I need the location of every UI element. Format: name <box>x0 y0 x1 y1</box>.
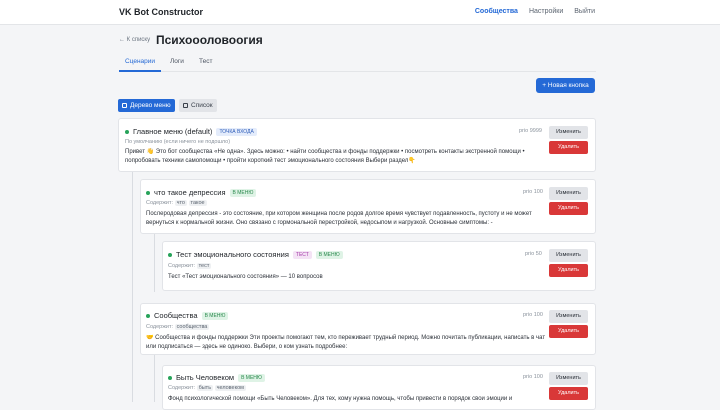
node-card-communities[interactable]: Сообщества В МЕНЮ prio 100 Содержит: соо… <box>140 303 596 355</box>
priority-label: prio 100 <box>523 189 543 195</box>
edit-button[interactable]: Изменить <box>549 372 588 385</box>
active-status-dot <box>168 375 172 380</box>
node-card-emotional-test[interactable]: Тест эмоционального состояния ТЕСТ В МЕН… <box>162 241 596 291</box>
node-card-main-menu[interactable]: Главное меню (default) ТОЧКА ВХОДА prio … <box>118 118 596 172</box>
nav-settings[interactable]: Настройки <box>529 8 563 15</box>
edit-button[interactable]: Изменить <box>549 126 588 139</box>
keyword-tag: что <box>174 200 187 206</box>
node-description: Послеродовая депрессия - это состояние, … <box>146 211 532 226</box>
delete-button[interactable]: Удалить <box>549 387 588 400</box>
keyword-tag: человеком <box>214 385 246 391</box>
nav-communities[interactable]: Сообщества <box>475 8 518 15</box>
node-title: Главное меню (default) <box>133 127 213 136</box>
node-description: 🤝 Сообщества и фонды поддержки Эти проек… <box>146 335 546 350</box>
nav-logout[interactable]: Выйти <box>574 8 595 15</box>
delete-button[interactable]: Удалить <box>549 141 588 154</box>
tree-view-button[interactable]: Дерево меню <box>118 99 175 112</box>
node-subtitle: По умолчанию (если ничего не подошло) <box>125 139 231 145</box>
node-description: Фонд психологической помощи «Быть Челове… <box>168 396 513 402</box>
active-status-dot <box>125 129 129 134</box>
keyword-tag: быть <box>196 385 214 391</box>
delete-button[interactable]: Удалить <box>549 325 588 338</box>
edit-button[interactable]: Изменить <box>549 310 588 323</box>
active-tab-indicator <box>119 70 161 72</box>
list-icon <box>183 103 188 108</box>
node-card-depression[interactable]: что такое депрессия В МЕНЮ prio 100 Соде… <box>140 179 596 234</box>
tree-connector-line <box>154 355 155 402</box>
back-to-list-link[interactable]: ← К списку <box>119 37 150 43</box>
priority-label: prio 100 <box>523 312 543 318</box>
node-card-be-human[interactable]: Быть Человеком В МЕНЮ prio 100 Содержит:… <box>162 365 596 410</box>
keyword-tag: такое <box>188 200 207 206</box>
main-nav: Сообщества Настройки Выйти <box>475 8 595 15</box>
node-subtitle: Содержит: быть человеком <box>168 385 246 391</box>
active-status-dot <box>168 252 172 257</box>
tab-scenarios[interactable]: Сценарии <box>125 58 155 65</box>
tree-connector-line <box>154 234 155 292</box>
delete-button[interactable]: Удалить <box>549 202 588 215</box>
list-view-label: Список <box>191 102 213 109</box>
in-menu-badge: В МЕНЮ <box>238 373 265 382</box>
node-subtitle: Содержит: что такое <box>146 200 207 206</box>
node-title: Быть Человеком <box>176 373 235 382</box>
node-description: Привет 👋 Это бот сообщества «Не одна». З… <box>125 149 525 164</box>
node-subtitle: Содержит: сообщества <box>146 324 210 330</box>
delete-button[interactable]: Удалить <box>549 264 588 277</box>
active-status-dot <box>146 190 150 195</box>
tab-test[interactable]: Тест <box>199 58 212 65</box>
node-title: что такое депрессия <box>154 188 226 197</box>
keyword-tag: сообщества <box>174 324 210 330</box>
tab-logs[interactable]: Логи <box>170 58 184 65</box>
tree-view-label: Дерево меню <box>130 102 171 109</box>
node-subtitle: Содержит: тест <box>168 263 212 269</box>
new-button[interactable]: + Новая кнопка <box>536 78 595 93</box>
app-logo[interactable]: VK Bot Constructor <box>119 7 203 17</box>
list-view-button[interactable]: Список <box>179 99 217 112</box>
page-title: Психоооловоогия <box>156 33 263 47</box>
in-menu-badge: В МЕНЮ <box>315 250 343 259</box>
active-status-dot <box>146 313 150 318</box>
tree-icon <box>122 103 127 108</box>
priority-label: prio 9999 <box>519 128 542 134</box>
edit-button[interactable]: Изменить <box>549 249 588 262</box>
edit-button[interactable]: Изменить <box>549 187 588 200</box>
priority-label: prio 100 <box>523 374 543 380</box>
node-title: Тест эмоционального состояния <box>176 250 289 259</box>
top-navbar: VK Bot Constructor Сообщества Настройки … <box>0 0 720 25</box>
node-title: Сообщества <box>154 311 198 320</box>
test-badge: ТЕСТ <box>292 250 312 259</box>
in-menu-badge: В МЕНЮ <box>201 311 229 320</box>
keyword-tag: тест <box>196 263 212 269</box>
in-menu-badge: В МЕНЮ <box>229 188 257 197</box>
entry-point-badge: ТОЧКА ВХОДА <box>216 127 257 136</box>
tabs-bar: Сценарии Логи Тест <box>119 50 596 72</box>
tree-connector-line <box>132 172 133 402</box>
priority-label: prio 50 <box>525 251 542 257</box>
node-description: Тест «Тест эмоционального состояния» — 1… <box>168 274 323 280</box>
